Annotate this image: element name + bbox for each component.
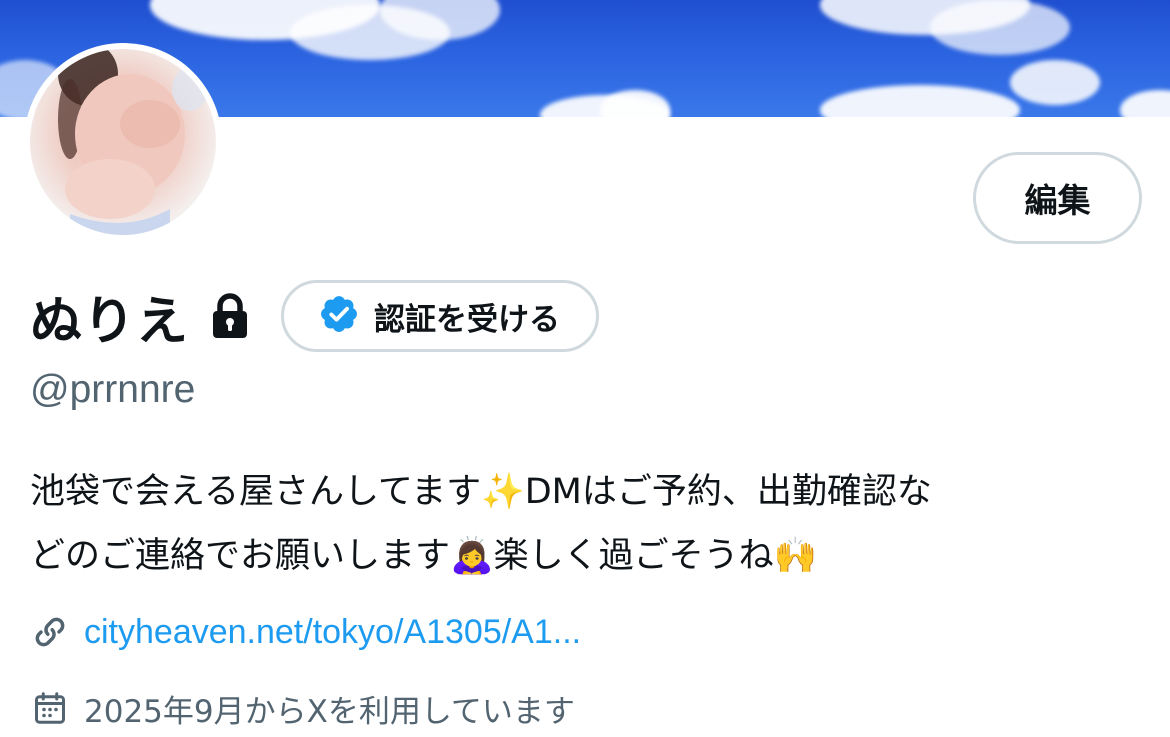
website-row[interactable]: cityheaven.net/tokyo/A1305/A1... <box>30 610 581 654</box>
display-name: ぬりえ <box>30 291 190 352</box>
joined-date-row: 2025年9月からXを利用しています <box>30 686 575 730</box>
calendar-icon <box>30 688 70 728</box>
edit-profile-button[interactable]: 編集 <box>973 152 1142 244</box>
avatar-photo <box>58 49 208 235</box>
avatar[interactable] <box>30 49 216 235</box>
name-row: ぬりえ 認証を受ける <box>30 280 600 352</box>
get-verified-label: 認証を受ける <box>374 301 561 338</box>
bio-line: どのご連絡でお願いします🙇‍♀️楽しく過ごそうね🙌 <box>30 536 818 576</box>
get-verified-button[interactable]: 認証を受ける <box>281 280 600 352</box>
bio-line: 池袋で会える屋さんしてます✨DMはご予約、出勤確認な <box>30 472 932 512</box>
verified-badge-icon <box>318 293 360 339</box>
joined-date: 2025年9月からXを利用しています <box>84 693 575 730</box>
link-icon <box>30 612 70 652</box>
lock-icon <box>211 292 251 340</box>
bio: 池袋で会える屋さんしてます✨DMはご予約、出勤確認な どのご連絡でお願いします🙇… <box>30 460 1150 588</box>
user-handle: @prrnnre <box>30 368 196 411</box>
website-link[interactable]: cityheaven.net/tokyo/A1305/A1... <box>84 613 581 652</box>
